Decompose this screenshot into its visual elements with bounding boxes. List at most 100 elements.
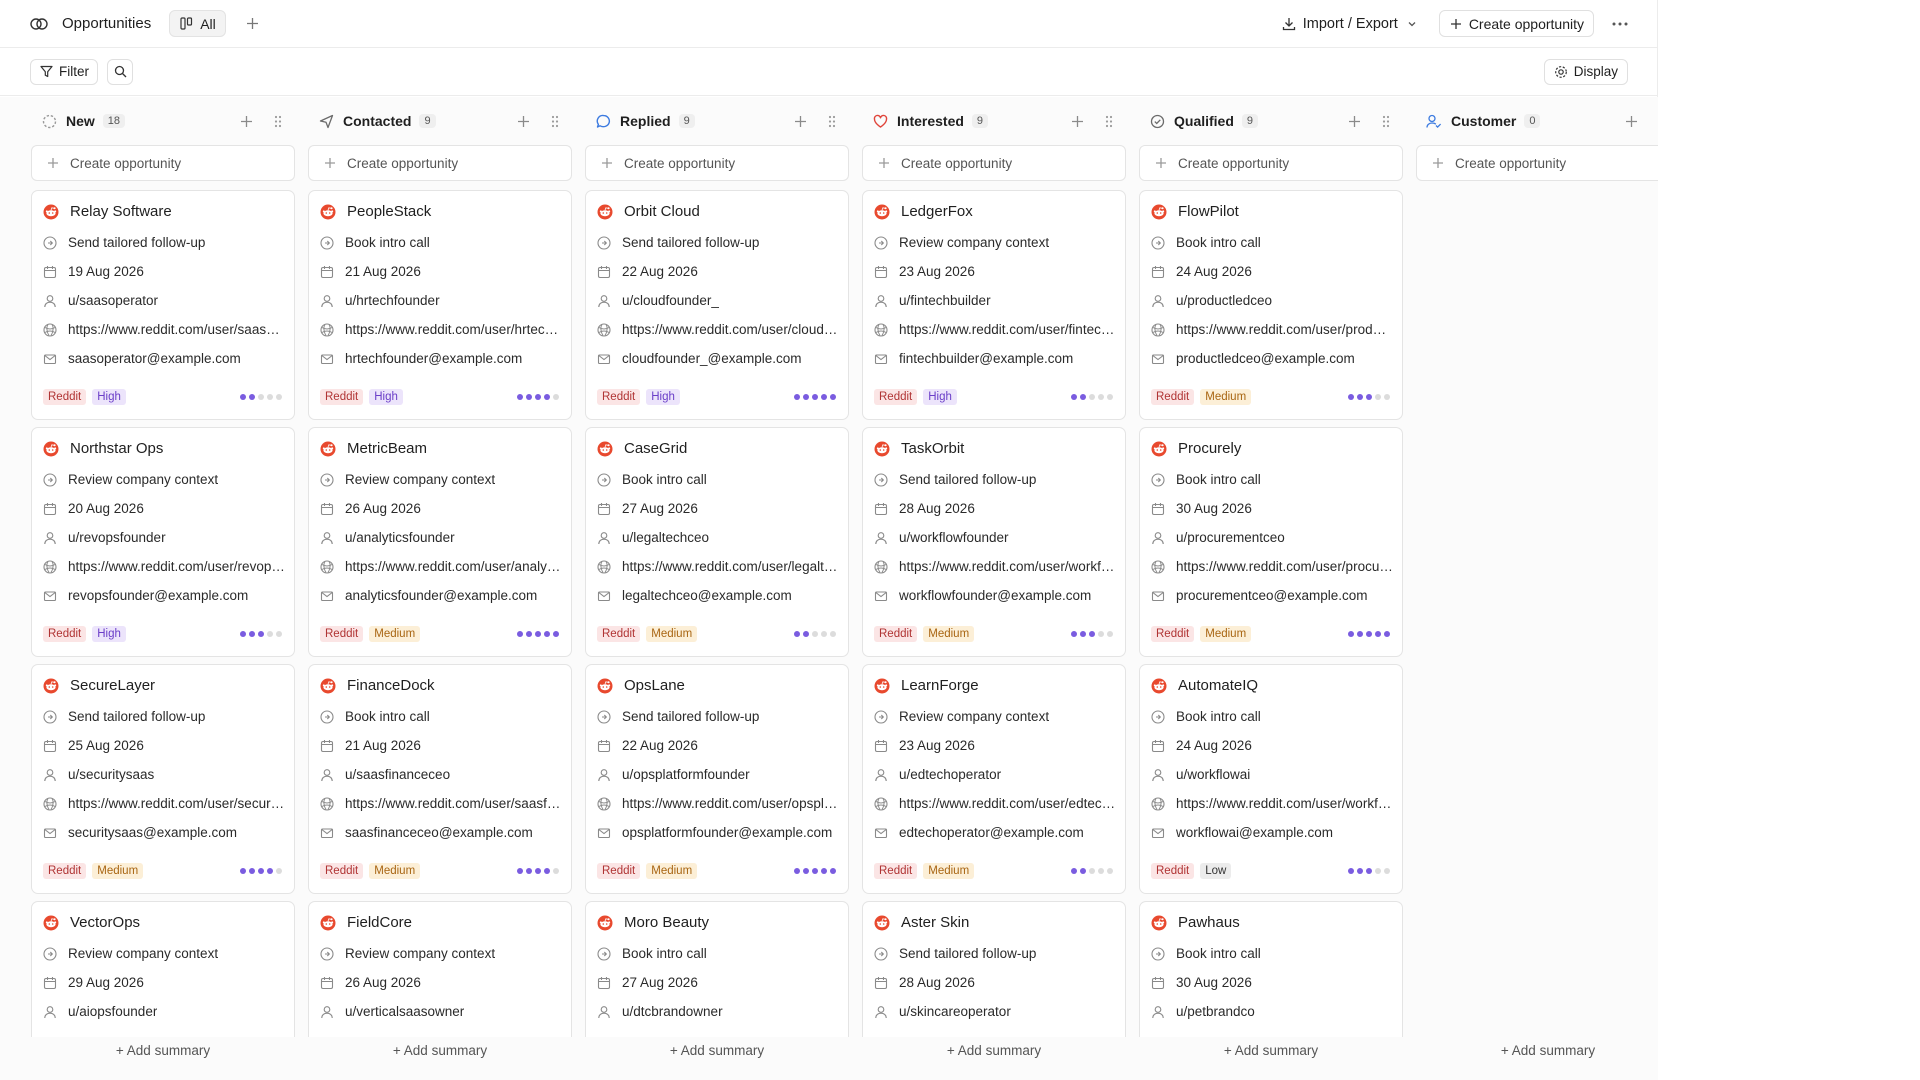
contact-user-text: u/petbrandco — [1176, 1004, 1255, 1019]
contact-email[interactable]: fintechbuilder@example.com — [874, 351, 1116, 366]
column-add-icon[interactable] — [516, 114, 530, 128]
contact-email[interactable]: productledceo@example.com — [1151, 351, 1393, 366]
contact-email[interactable]: saasfinanceceo@example.com — [320, 825, 562, 840]
contact-email[interactable]: workflowai@example.com — [1151, 825, 1393, 840]
column-add-icon[interactable] — [239, 114, 253, 128]
next-action: Send tailored follow-up — [43, 235, 285, 250]
profile-url[interactable]: https://www.reddit.com/user/fintechbuild… — [874, 322, 1116, 337]
globe-icon — [43, 322, 57, 337]
drag-handle-icon[interactable] — [1656, 114, 1658, 128]
globe-icon — [874, 559, 888, 574]
column-create-opportunity[interactable]: Create opportunity — [1416, 145, 1658, 181]
view-tab-all[interactable]: All — [169, 10, 226, 37]
add-summary-button[interactable]: + Add summary — [308, 1043, 572, 1058]
search-button[interactable] — [107, 58, 133, 85]
column-create-opportunity[interactable]: Create opportunity — [308, 145, 572, 181]
score-indicator — [1071, 394, 1113, 400]
opportunity-card[interactable]: PeopleStack Book intro call 21 Aug 2026 u/h… — [308, 190, 572, 420]
globe-icon — [597, 322, 611, 337]
contact-email[interactable]: securitysaas@example.com — [43, 825, 285, 840]
profile-url[interactable]: https://www.reddit.com/user/saasoperator — [43, 322, 285, 337]
opportunity-card[interactable]: Procurely Book intro call 30 Aug 2026 u/pro… — [1139, 427, 1403, 657]
score-dot — [1098, 394, 1104, 400]
drag-handle-icon[interactable] — [1102, 114, 1116, 128]
contact-email[interactable]: opsplatformfounder@example.com — [597, 825, 839, 840]
due-date-text: 23 Aug 2026 — [899, 738, 975, 753]
column-add-icon[interactable] — [1070, 114, 1084, 128]
profile-url[interactable]: https://www.reddit.com/user/workflowfoun… — [874, 559, 1116, 574]
profile-url[interactable]: https://www.reddit.com/user/productledce… — [1151, 322, 1393, 337]
contact-email[interactable]: analyticsfounder@example.com — [320, 588, 562, 603]
add-summary-button[interactable]: + Add summary — [862, 1043, 1126, 1058]
score-indicator — [240, 631, 282, 637]
opportunity-card[interactable]: FinanceDock Book intro call 21 Aug 2026 u/s… — [308, 664, 572, 894]
column-create-opportunity[interactable]: Create opportunity — [862, 145, 1126, 181]
score-dot — [1107, 868, 1113, 874]
profile-url-text: https://www.reddit.com/user/saasoperator — [68, 322, 285, 337]
column-add-icon[interactable] — [793, 114, 807, 128]
add-summary-button[interactable]: + Add summary — [31, 1043, 295, 1058]
add-summary-button[interactable]: + Add summary — [585, 1043, 849, 1058]
more-options-button[interactable] — [1608, 12, 1632, 36]
opportunity-card[interactable]: Northstar Ops Review company context 20 Au… — [31, 427, 295, 657]
score-dot — [794, 631, 800, 637]
contact-user-text: u/productledceo — [1176, 293, 1273, 308]
contact-email[interactable]: legaltechceo@example.com — [597, 588, 839, 603]
drag-handle-icon[interactable] — [548, 114, 562, 128]
opportunity-card[interactable]: LearnForge Review company context 23 Aug 2… — [862, 664, 1126, 894]
drag-handle-icon[interactable] — [825, 114, 839, 128]
profile-url[interactable]: https://www.reddit.com/user/procurementc… — [1151, 559, 1393, 574]
column-add-icon[interactable] — [1347, 114, 1361, 128]
opportunity-card[interactable]: OpsLane Send tailored follow-up 22 Aug 202… — [585, 664, 849, 894]
contact-user: u/securitysaas — [43, 767, 285, 782]
opportunity-card[interactable]: Relay Software Send tailored follow-up 19 … — [31, 190, 295, 420]
profile-url[interactable]: https://www.reddit.com/user/revopsfounde… — [43, 559, 285, 574]
opportunity-card[interactable]: TaskOrbit Send tailored follow-up 28 Aug 2… — [862, 427, 1126, 657]
opportunity-card[interactable]: LedgerFox Review company context 23 Aug 20… — [862, 190, 1126, 420]
next-action: Send tailored follow-up — [874, 946, 1116, 961]
card-tags: Reddit Medium — [1151, 389, 1252, 405]
profile-url[interactable]: https://www.reddit.com/user/hrtechfounde… — [320, 322, 562, 337]
contact-email[interactable]: workflowfounder@example.com — [874, 588, 1116, 603]
import-export-button[interactable]: Import / Export — [1276, 16, 1425, 32]
due-date: 23 Aug 2026 — [874, 738, 1116, 753]
add-summary-button[interactable]: + Add summary — [1139, 1043, 1403, 1058]
profile-url[interactable]: https://www.reddit.com/user/analyticsfou… — [320, 559, 562, 574]
profile-url[interactable]: https://www.reddit.com/user/saasfinancec… — [320, 796, 562, 811]
profile-url[interactable]: https://www.reddit.com/user/securitysaas — [43, 796, 285, 811]
opportunity-card[interactable]: FlowPilot Book intro call 24 Aug 2026 u/pro… — [1139, 190, 1403, 420]
opportunity-card[interactable]: Orbit Cloud Send tailored follow-up 22 Aug… — [585, 190, 849, 420]
profile-url[interactable]: https://www.reddit.com/user/legaltechceo — [597, 559, 839, 574]
add-summary-button[interactable]: + Add summary — [1416, 1043, 1658, 1058]
contact-email[interactable]: cloudfounder_@example.com — [597, 351, 839, 366]
due-date: 24 Aug 2026 — [1151, 264, 1393, 279]
contact-email[interactable]: revopsfounder@example.com — [43, 588, 285, 603]
opportunity-card[interactable]: CaseGrid Book intro call 27 Aug 2026 u/lega… — [585, 427, 849, 657]
opportunity-card[interactable]: AutomateIQ Book intro call 24 Aug 2026 u/wo… — [1139, 664, 1403, 894]
score-dot — [1080, 631, 1086, 637]
profile-url[interactable]: https://www.reddit.com/user/workflowai — [1151, 796, 1393, 811]
drag-handle-icon[interactable] — [1379, 114, 1393, 128]
contact-email[interactable]: saasoperator@example.com — [43, 351, 285, 366]
score-dot — [821, 631, 827, 637]
score-indicator — [794, 394, 836, 400]
column-add-icon[interactable] — [1624, 114, 1638, 128]
opportunity-card[interactable]: MetricBeam Review company context 26 Aug 2… — [308, 427, 572, 657]
filter-button[interactable]: Filter — [30, 58, 98, 85]
create-opportunity-button[interactable]: Create opportunity — [1438, 10, 1594, 37]
drag-handle-icon[interactable] — [271, 114, 285, 128]
opportunity-card[interactable]: SecureLayer Send tailored follow-up 25 Aug… — [31, 664, 295, 894]
profile-url[interactable]: https://www.reddit.com/user/cloudfounder… — [597, 322, 839, 337]
contact-email[interactable]: hrtechfounder@example.com — [320, 351, 562, 366]
profile-url[interactable]: https://www.reddit.com/user/edtechoperat… — [874, 796, 1116, 811]
contact-email[interactable]: procurementceo@example.com — [1151, 588, 1393, 603]
profile-url[interactable]: https://www.reddit.com/user/opsplatformf… — [597, 796, 839, 811]
add-view-button[interactable] — [242, 13, 264, 35]
user-icon — [597, 1005, 611, 1019]
column-create-opportunity[interactable]: Create opportunity — [31, 145, 295, 181]
column-create-opportunity[interactable]: Create opportunity — [585, 145, 849, 181]
company-name: TaskOrbit — [901, 440, 965, 457]
display-button[interactable]: Display — [1543, 58, 1628, 85]
column-create-opportunity[interactable]: Create opportunity — [1139, 145, 1403, 181]
contact-email[interactable]: edtechoperator@example.com — [874, 825, 1116, 840]
